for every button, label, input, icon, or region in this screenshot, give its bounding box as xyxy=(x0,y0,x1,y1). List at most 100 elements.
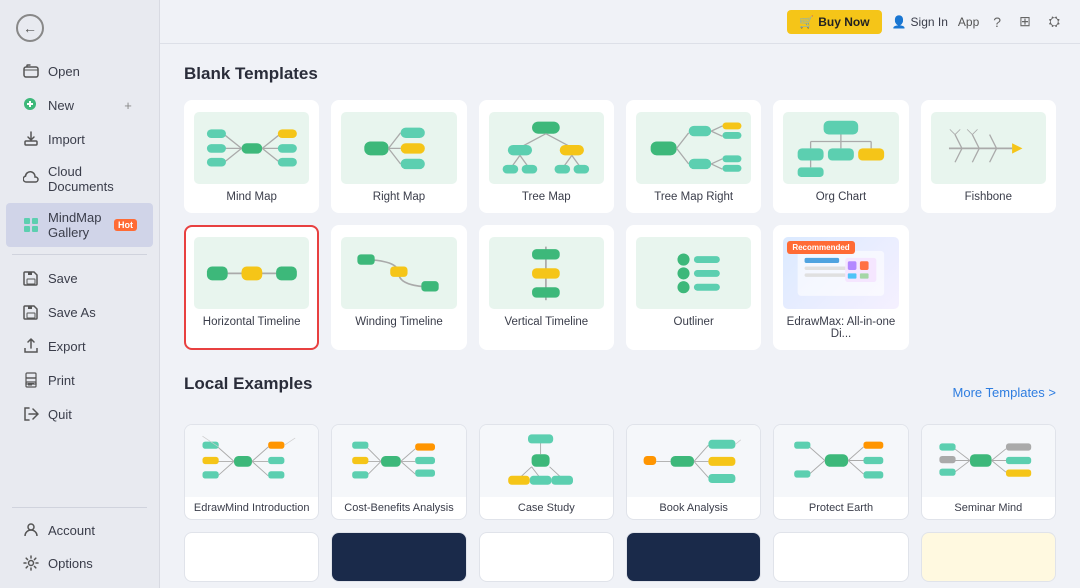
main-area: 🛒 Buy Now 👤 Sign In App ? ⊞ ⛭ Blank Temp… xyxy=(160,0,1080,588)
protect-earth-preview xyxy=(774,425,907,497)
template-card-tree-map-right[interactable]: Tree Map Right xyxy=(626,100,761,213)
sidebar-cloud-label: Cloud Documents xyxy=(48,164,137,194)
template-card-org-chart[interactable]: Org Chart xyxy=(773,100,908,213)
cost-benefits-preview xyxy=(332,425,465,497)
sidebar-print-label: Print xyxy=(48,373,75,388)
winding-timeline-label: Winding Timeline xyxy=(355,316,443,328)
edrawmind-intro-label: EdrawMind Introduction xyxy=(185,497,318,519)
account-icon xyxy=(22,521,40,539)
fishbone-label: Fishbone xyxy=(965,191,1012,203)
sidebar-import-label: Import xyxy=(48,132,85,147)
bottom-card-3[interactable] xyxy=(479,532,614,582)
sidebar-item-open[interactable]: Open xyxy=(6,55,153,87)
org-chart-label: Org Chart xyxy=(816,191,867,203)
bottom-card-2[interactable] xyxy=(331,532,466,582)
export-icon xyxy=(22,337,40,355)
grid-button[interactable]: ⊞ xyxy=(1015,9,1035,34)
seminar-mind-label: Seminar Mind xyxy=(922,497,1055,519)
import-icon xyxy=(22,130,40,148)
bottom-card-1[interactable] xyxy=(184,532,319,582)
example-card-seminar-mind[interactable]: Seminar Mind xyxy=(921,424,1056,520)
sidebar-item-export[interactable]: Export xyxy=(6,330,153,362)
mind-map-label: Mind Map xyxy=(226,191,277,203)
template-card-outliner[interactable]: Outliner xyxy=(626,225,761,350)
sidebar-item-print[interactable]: Print xyxy=(6,364,153,396)
examples-grid: EdrawMind Introduction Cost-Benefits An xyxy=(184,424,1056,520)
cloud-icon xyxy=(22,170,40,188)
help-button[interactable]: ? xyxy=(989,10,1005,34)
settings-button[interactable]: ⛭ xyxy=(1045,9,1064,34)
user-icon: 👤 xyxy=(892,15,907,29)
recommended-badge: Recommended xyxy=(787,241,854,254)
example-card-protect-earth[interactable]: Protect Earth xyxy=(773,424,908,520)
buy-now-button[interactable]: 🛒 Buy Now xyxy=(787,10,881,34)
template-card-horizontal-timeline[interactable]: Horizontal Timeline xyxy=(184,225,319,350)
mind-map-preview xyxy=(194,112,309,184)
example-card-book-analysis[interactable]: Book Analysis xyxy=(626,424,761,520)
template-card-winding-timeline[interactable]: Winding Timeline xyxy=(331,225,466,350)
seminar-mind-preview xyxy=(922,425,1055,497)
sidebar-export-label: Export xyxy=(48,339,86,354)
new-icon xyxy=(22,96,40,114)
cost-benefits-label: Cost-Benefits Analysis xyxy=(332,497,465,519)
template-card-tree-map[interactable]: Tree Map xyxy=(479,100,614,213)
bottom-card-5[interactable] xyxy=(773,532,908,582)
cart-icon: 🛒 xyxy=(799,15,814,29)
sidebar-item-gallery[interactable]: MindMap Gallery Hot xyxy=(6,203,153,247)
sidebar-divider-2 xyxy=(12,507,147,508)
sidebar-item-save[interactable]: Save xyxy=(6,262,153,294)
sidebar-divider-1 xyxy=(12,254,147,255)
template-card-fishbone[interactable]: Fishbone xyxy=(921,100,1056,213)
sidebar-options-label: Options xyxy=(48,556,93,571)
winding-timeline-preview xyxy=(341,237,456,309)
example-card-cost-benefits[interactable]: Cost-Benefits Analysis xyxy=(331,424,466,520)
case-study-preview xyxy=(480,425,613,497)
blank-templates-grid: Mind Map Right Map xyxy=(184,100,1056,350)
tree-map-label: Tree Map xyxy=(522,191,571,203)
print-icon xyxy=(22,371,40,389)
options-icon xyxy=(22,554,40,572)
sidebar-item-quit[interactable]: Quit xyxy=(6,398,153,430)
sidebar-bottom: Account Options xyxy=(0,501,159,580)
template-card-edrawmax[interactable]: Recommended EdrawMax: All-in-one Di... xyxy=(773,225,908,350)
sidebar-item-save-as[interactable]: Save As xyxy=(6,296,153,328)
right-map-label: Right Map xyxy=(373,191,425,203)
protect-earth-label: Protect Earth xyxy=(774,497,907,519)
org-chart-preview xyxy=(783,112,898,184)
template-card-mind-map[interactable]: Mind Map xyxy=(184,100,319,213)
sidebar-item-cloud[interactable]: Cloud Documents xyxy=(6,157,153,201)
sidebar-save-as-label: Save As xyxy=(48,305,96,320)
sidebar-account-label: Account xyxy=(48,523,95,538)
example-card-case-study[interactable]: Case Study xyxy=(479,424,614,520)
sidebar-save-label: Save xyxy=(48,271,78,286)
bottom-card-6[interactable] xyxy=(921,532,1056,582)
buy-now-label: Buy Now xyxy=(818,15,869,29)
local-examples-header: Local Examples More Templates > xyxy=(184,374,1056,410)
gallery-hot-badge: Hot xyxy=(114,219,137,231)
sidebar-item-options[interactable]: Options xyxy=(6,547,153,579)
sidebar-item-import[interactable]: Import xyxy=(6,123,153,155)
edrawmax-preview: Recommended xyxy=(783,237,898,309)
gallery-icon xyxy=(22,216,40,234)
template-card-right-map[interactable]: Right Map xyxy=(331,100,466,213)
back-button[interactable]: ← xyxy=(16,14,44,42)
more-templates-link[interactable]: More Templates > xyxy=(953,385,1056,400)
example-card-edrawmind-intro[interactable]: EdrawMind Introduction xyxy=(184,424,319,520)
sidebar: ← Open New + Import Cloud Documents Mind… xyxy=(0,0,160,588)
sign-in-button[interactable]: 👤 Sign In xyxy=(892,15,948,29)
bottom-examples-strip xyxy=(184,532,1056,582)
app-label: App xyxy=(958,15,979,29)
topbar: 🛒 Buy Now 👤 Sign In App ? ⊞ ⛭ xyxy=(160,0,1080,44)
sidebar-item-account[interactable]: Account xyxy=(6,514,153,546)
right-map-preview xyxy=(341,112,456,184)
sidebar-gallery-label: MindMap Gallery xyxy=(48,210,106,240)
save-as-icon xyxy=(22,303,40,321)
sidebar-new-label: New xyxy=(48,98,74,113)
local-examples-title: Local Examples xyxy=(184,374,313,394)
sidebar-item-new[interactable]: New + xyxy=(6,89,153,121)
template-card-vertical-timeline[interactable]: Vertical Timeline xyxy=(479,225,614,350)
sidebar-open-label: Open xyxy=(48,64,80,79)
bottom-card-4[interactable] xyxy=(626,532,761,582)
book-analysis-preview xyxy=(627,425,760,497)
sign-in-label: Sign In xyxy=(911,15,948,29)
